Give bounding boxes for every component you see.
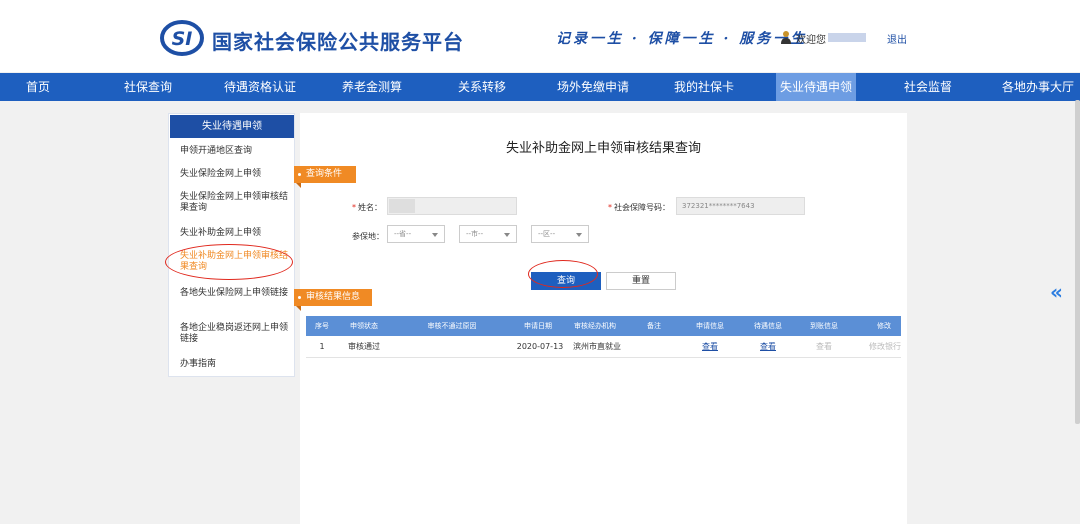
nav-social-security-query[interactable]: 社保查询 (110, 73, 186, 101)
table-row: 1 审核通过 2020-07-13 滨州市直就业 查看 查看 查看 修改银行 (306, 336, 901, 358)
col-header: 申请日期 (524, 322, 552, 330)
cell-no: 1 (319, 342, 325, 351)
sidebar-item-subsidy-review[interactable]: 失业补助金网上申领审核结果查询 (180, 251, 290, 273)
scrollbar[interactable] (1075, 100, 1080, 424)
nav-social-supervision[interactable]: 社会监督 (890, 73, 966, 101)
name-label: * 姓名： (352, 203, 382, 212)
modify-bank-link: 修改银行 (869, 342, 901, 351)
nav-relation-transfer[interactable]: 关系转移 (444, 73, 520, 101)
sidebar: 失业待遇申领 申领开通地区查询 失业保险金网上申领 失业保险金网上申领审核结果查… (168, 113, 295, 377)
nav-home[interactable]: 首页 (0, 73, 76, 101)
site-header: SI 国家社会保险公共服务平台 记录一生 · 保障一生 · 服务一生 欢迎您 退… (0, 0, 1080, 72)
cell-status: 审核通过 (348, 342, 380, 351)
nav-benefit-qualification[interactable]: 待遇资格认证 (210, 73, 310, 101)
nav-my-ss-card[interactable]: 我的社保卡 (666, 73, 742, 101)
insured-place-label: 参保地： (352, 232, 384, 241)
results-table-header: 序号 申领状态 审核不通过原因 申请日期 审核经办机构 备注 申请信息 待遇信息… (306, 316, 901, 336)
sidebar-heading: 失业待遇申领 (170, 115, 294, 138)
ssn-label: * 社会保障号码： (608, 203, 670, 212)
sidebar-item-insurance-apply[interactable]: 失业保险金网上申领 (180, 169, 290, 180)
district-select[interactable]: --区-- (531, 225, 589, 243)
province-select[interactable]: --省-- (387, 225, 445, 243)
chevron-down-icon (432, 233, 438, 237)
sidebar-item-insurance-review[interactable]: 失业保险金网上申领审核结果查询 (180, 192, 290, 214)
si-logo-icon[interactable]: SI (160, 20, 204, 56)
ssn-field[interactable]: 372321********7643 (676, 197, 805, 215)
nav-local-service-halls[interactable]: 各地办事大厅 (996, 73, 1080, 101)
city-select[interactable]: --市-- (459, 225, 517, 243)
nav-unemployment-benefit[interactable]: 失业待遇申领 (776, 73, 856, 101)
cell-date: 2020-07-13 (516, 342, 564, 351)
col-header: 审核经办机构 (574, 322, 616, 330)
nav-pension-calc[interactable]: 养老金测算 (330, 73, 414, 101)
main-nav: 首页 社保查询 待遇资格认证 养老金测算 关系转移 场外免缴申请 我的社保卡 失… (0, 73, 1080, 101)
sidebar-item-job-stability-links[interactable]: 各地企业稳岗返还网上申领链接 (180, 323, 290, 345)
cell-agency: 滨州市直就业 (573, 342, 621, 351)
col-header: 修改 (877, 322, 891, 330)
col-header: 审核不通过原因 (427, 322, 477, 330)
sidebar-item-subsidy-apply[interactable]: 失业补助金网上申领 (180, 228, 290, 239)
col-header: 申领状态 (350, 322, 378, 330)
chevron-down-icon (504, 233, 510, 237)
cell-reason (410, 336, 494, 358)
view-arrival-info-link: 查看 (816, 342, 832, 351)
chevron-down-icon (576, 233, 582, 237)
double-chevron-left-icon[interactable]: « (1050, 280, 1063, 304)
welcome-text: 欢迎您 (796, 35, 826, 46)
col-header: 备注 (647, 322, 661, 330)
svg-text:SI: SI (172, 28, 193, 50)
nav-offsite-exemption[interactable]: 场外免缴申请 (548, 73, 638, 101)
cell-remark (642, 336, 666, 358)
col-header: 待遇信息 (754, 322, 782, 330)
reset-button[interactable]: 重置 (606, 272, 676, 290)
logout-link[interactable]: 退出 (887, 31, 907, 46)
name-redacted (389, 199, 415, 213)
review-results-tag: 审核结果信息 (294, 289, 372, 311)
sidebar-item-guide[interactable]: 办事指南 (180, 359, 290, 370)
view-benefit-info-link[interactable]: 查看 (754, 336, 782, 358)
user-icon (781, 31, 791, 44)
query-conditions-tag: 查询条件 (294, 166, 356, 188)
username-redacted (828, 33, 866, 42)
site-title[interactable]: 国家社会保险公共服务平台 (212, 26, 464, 55)
site-slogan: 记录一生 · 保障一生 · 服务一生 (556, 31, 808, 47)
col-header: 申请信息 (696, 322, 724, 330)
view-apply-info-link[interactable]: 查看 (696, 336, 724, 358)
query-button[interactable]: 查询 (531, 272, 601, 290)
page-title: 失业补助金网上申领审核结果查询 (505, 141, 701, 156)
col-header: 到账信息 (810, 322, 838, 330)
col-header: 序号 (315, 322, 329, 330)
sidebar-item-region-query[interactable]: 申领开通地区查询 (180, 146, 290, 157)
sidebar-item-local-links[interactable]: 各地失业保险网上申领链接 (180, 288, 290, 299)
